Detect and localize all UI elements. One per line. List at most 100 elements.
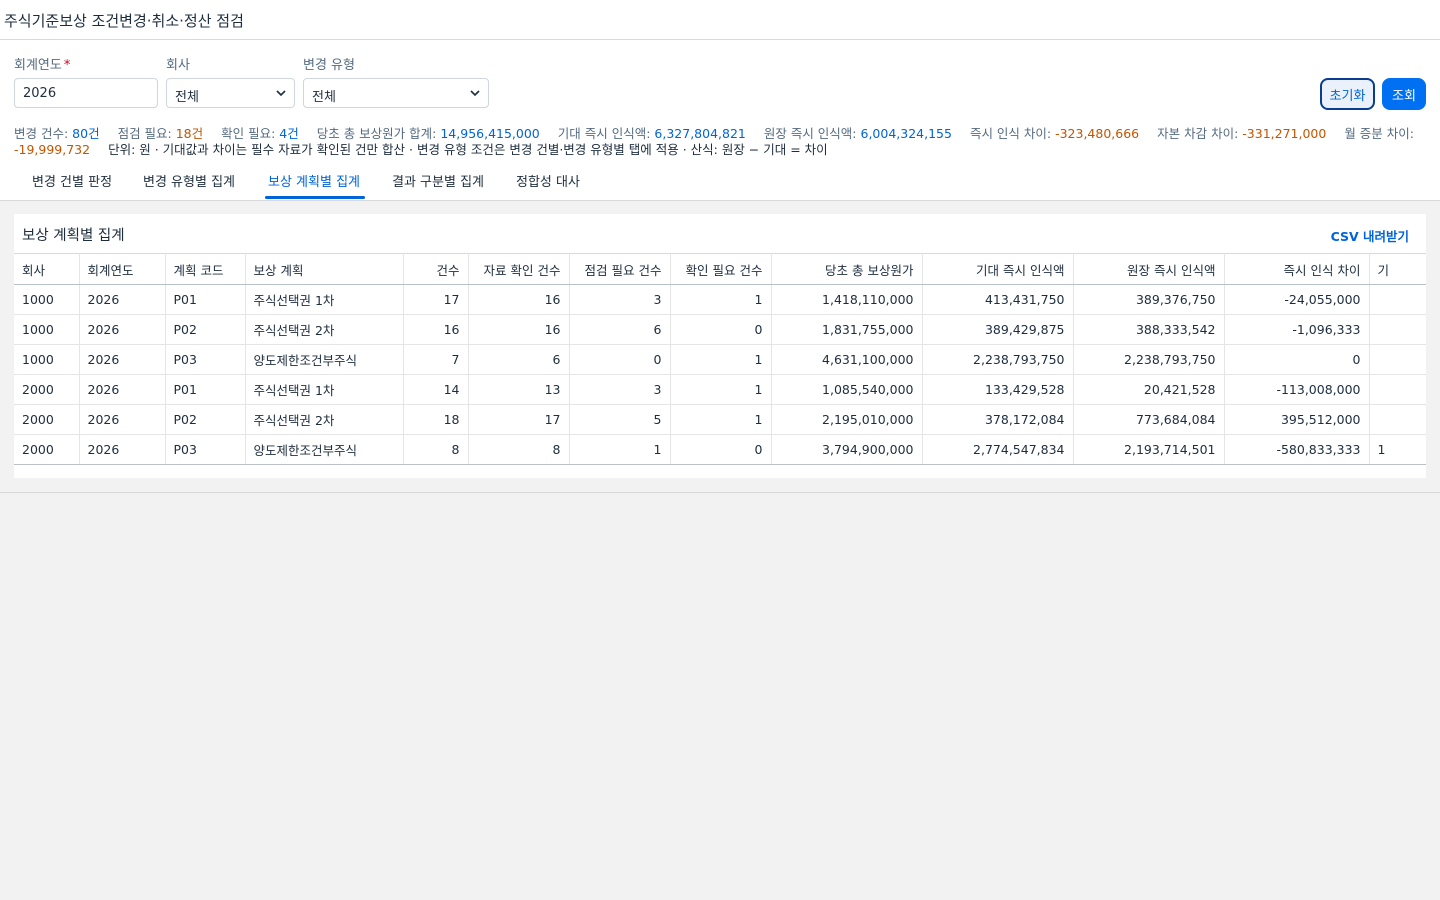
table-cell: 2000	[14, 404, 80, 435]
column-header[interactable]: 회사	[14, 253, 80, 285]
monthly-diff-value: -19,999,732	[14, 142, 91, 157]
filter-bar: 회계연도 * 2026 회사 전체 변경 유형 전체 초기화 조회 변경 건수: …	[0, 40, 1440, 160]
table-row[interactable]: 1000 2026 P03 양도제한조건부주식 7 6 0 1 4,631,100,000 2,2…	[14, 344, 1426, 375]
reset-button[interactable]: 초기화	[1320, 78, 1375, 110]
tab-change-detail[interactable]: 변경 건별 판정	[32, 171, 112, 190]
panel-title: 보상 계획별 집계	[22, 228, 125, 244]
chevron-down-icon	[276, 90, 286, 97]
table-cell: 2026	[79, 374, 166, 405]
column-header[interactable]: 기대 즉시 인식액	[922, 253, 1074, 285]
tab-plan-summary[interactable]: 보상 계획별 집계	[268, 171, 360, 190]
table-cell: 14	[403, 374, 469, 405]
table-row[interactable]: 1000 2026 P01 주식선택권 1차 17 16 3 1 1,418,110,000 41…	[14, 284, 1426, 315]
table-cell: 2026	[79, 344, 166, 375]
column-header[interactable]: 기	[1369, 253, 1426, 285]
unit-note: 단위: 원 · 기대값과 차이는 필수 자료가 확인된 건만 합산 · 변경 유…	[108, 142, 828, 157]
table-cell: -24,055,000	[1224, 284, 1370, 315]
table-cell: 1	[670, 404, 772, 435]
table-row[interactable]: 1000 2026 P02 주식선택권 2차 16 16 6 0 1,831,755,000 38…	[14, 314, 1426, 345]
table-cell: 395,512,000	[1224, 404, 1370, 435]
table-cell	[1369, 284, 1426, 315]
table-cell: P03	[165, 434, 246, 465]
table-cell: 3,794,900,000	[771, 434, 923, 465]
table-cell: 2000	[14, 434, 80, 465]
table-cell: 0	[670, 314, 772, 345]
table-cell: P02	[165, 314, 246, 345]
table-cell: 2,774,547,834	[922, 434, 1074, 465]
expected-value: 6,327,804,821	[654, 126, 746, 141]
column-header[interactable]: 건수	[403, 253, 469, 285]
tab-result-summary[interactable]: 결과 구분별 집계	[392, 171, 484, 190]
column-header[interactable]: 당초 총 보상원가	[771, 253, 923, 285]
table-cell: 16	[468, 314, 570, 345]
column-header[interactable]: 원장 즉시 인식액	[1073, 253, 1225, 285]
plan-summary-panel: 보상 계획별 집계 CSV 내려받기 회사 회계연도 계획 코드 보상 계획 건수 자료 …	[14, 214, 1426, 478]
table-cell: 6	[468, 344, 570, 375]
table-row[interactable]: 2000 2026 P01 주식선택권 1차 14 13 3 1 1,085,540,000 13…	[14, 374, 1426, 405]
column-header[interactable]: 점검 필요 건수	[569, 253, 671, 285]
column-header[interactable]: 회계연도	[79, 253, 166, 285]
check-needed-value: 18건	[175, 126, 204, 141]
table-cell: 3	[569, 374, 671, 405]
table-cell: 1,085,540,000	[771, 374, 923, 405]
table-cell: 주식선택권 2차	[245, 404, 404, 435]
table-cell: 0	[670, 434, 772, 465]
year-label: 회계연도 *	[14, 58, 71, 73]
summary-label: 자본 차감 차이:	[1157, 126, 1239, 141]
table-cell: 2,238,793,750	[922, 344, 1074, 375]
total-cost-value: 14,956,415,000	[440, 126, 540, 141]
tab-change-type-summary[interactable]: 변경 유형별 집계	[143, 171, 235, 190]
column-header[interactable]: 즉시 인식 차이	[1224, 253, 1370, 285]
table-cell: 주식선택권 1차	[245, 284, 404, 315]
tab-reconciliation[interactable]: 정합성 대사	[516, 171, 580, 190]
table-header-row: 회사 회계연도 계획 코드 보상 계획 건수 자료 확인 건수 점검 필요 건수 확인 필요 …	[14, 253, 1426, 285]
table-cell: 양도제한조건부주식	[245, 344, 404, 375]
csv-download-link[interactable]: CSV 내려받기	[1331, 226, 1409, 245]
table-cell: 413,431,750	[922, 284, 1074, 315]
plan-summary-table: 회사 회계연도 계획 코드 보상 계획 건수 자료 확인 건수 점검 필요 건수 확인 필요 …	[14, 253, 1426, 465]
summary-label: 월 증분 차이:	[1344, 126, 1414, 141]
table-cell: 773,684,084	[1073, 404, 1225, 435]
table-body: 1000 2026 P01 주식선택권 1차 17 16 3 1 1,418,110,000 41…	[14, 284, 1426, 465]
column-header[interactable]: 계획 코드	[165, 253, 246, 285]
table-cell: 주식선택권 1차	[245, 374, 404, 405]
company-select-value: 전체	[175, 90, 199, 105]
page-title: 주식기준보상 조건변경·취소·정산 점검	[4, 12, 244, 30]
summary-label: 당초 총 보상원가 합계:	[316, 126, 437, 141]
table-cell: 388,333,542	[1073, 314, 1225, 345]
table-cell: 양도제한조건부주식	[245, 434, 404, 465]
table-cell: 0	[1224, 344, 1370, 375]
table-row[interactable]: 2000 2026 P02 주식선택권 2차 18 17 5 1 2,195,010,000 37…	[14, 404, 1426, 435]
table-cell: 주식선택권 2차	[245, 314, 404, 345]
column-header[interactable]: 보상 계획	[245, 253, 404, 285]
table-cell	[1369, 374, 1426, 405]
summary-label: 원장 즉시 인식액:	[763, 126, 857, 141]
table-cell: 2026	[79, 314, 166, 345]
table-cell: -113,008,000	[1224, 374, 1370, 405]
table-cell: 6	[569, 314, 671, 345]
ledger-value: 6,004,324,155	[860, 126, 952, 141]
table-cell: -1,096,333	[1224, 314, 1370, 345]
column-header[interactable]: 확인 필요 건수	[670, 253, 772, 285]
table-cell: 1	[670, 374, 772, 405]
year-input[interactable]: 2026	[14, 78, 158, 108]
table-row[interactable]: 2000 2026 P03 양도제한조건부주식 8 8 1 0 3,794,900,000 2,7…	[14, 434, 1426, 465]
table-cell: 16	[468, 284, 570, 315]
table-cell: 1,831,755,000	[771, 314, 923, 345]
table-cell: 2000	[14, 374, 80, 405]
table-cell	[1369, 404, 1426, 435]
table-cell: P01	[165, 374, 246, 405]
query-button[interactable]: 조회	[1382, 78, 1426, 110]
table-cell: 17	[403, 284, 469, 315]
table-cell: 7	[403, 344, 469, 375]
company-select[interactable]: 전체	[166, 78, 295, 108]
table-cell: 3	[569, 284, 671, 315]
table-cell: 2,238,793,750	[1073, 344, 1225, 375]
column-header[interactable]: 자료 확인 건수	[468, 253, 570, 285]
change-type-select[interactable]: 전체	[303, 78, 489, 108]
summary-bar: 변경 건수: 80건 점검 필요: 18건 확인 필요: 4건 당초 총 보상원…	[14, 126, 1424, 158]
table-cell: 1	[1369, 434, 1426, 465]
change-type-label: 변경 유형	[303, 58, 355, 73]
table-cell: 2026	[79, 434, 166, 465]
table-cell: 1,418,110,000	[771, 284, 923, 315]
